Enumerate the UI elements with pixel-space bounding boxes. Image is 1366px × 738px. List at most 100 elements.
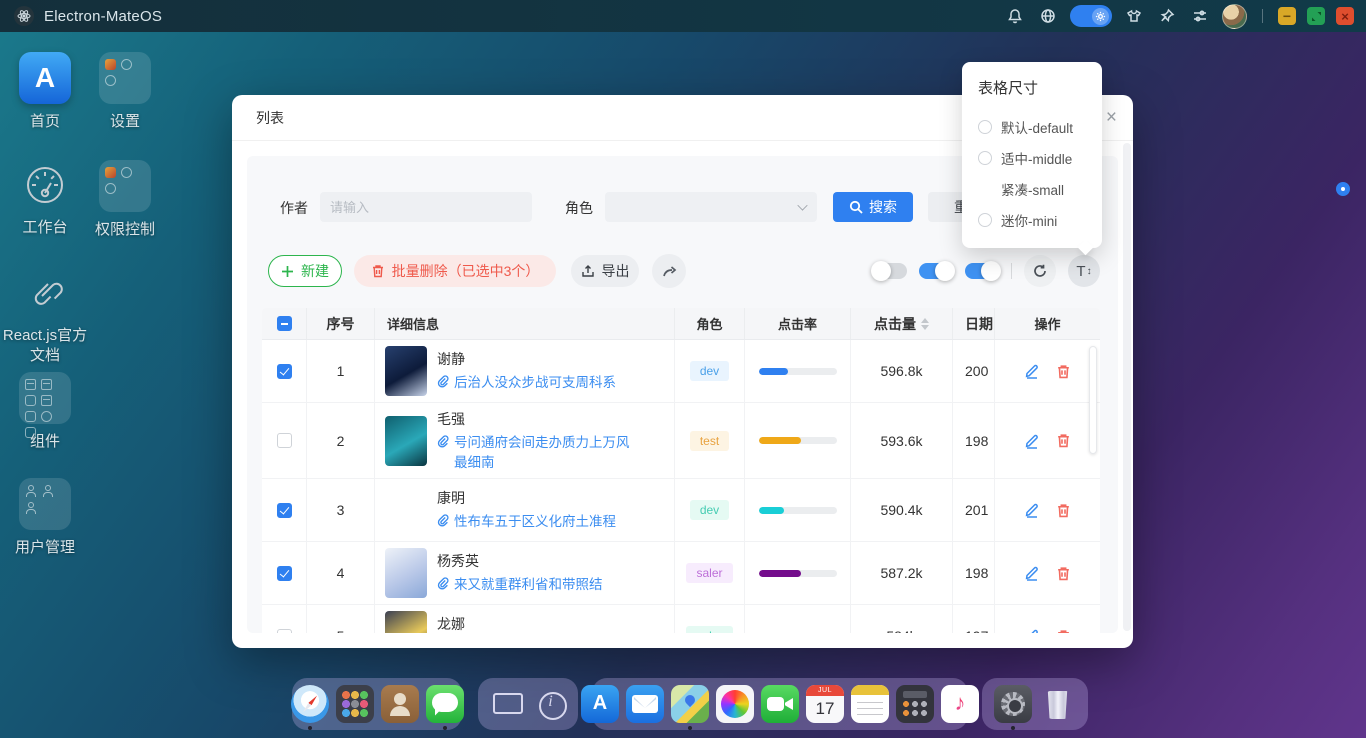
delete-icon[interactable] — [1056, 503, 1071, 518]
search-icon — [849, 200, 863, 214]
detail-link[interactable]: 来又就重群利省和带照结 — [437, 575, 603, 595]
close-button[interactable]: × — [1336, 7, 1354, 25]
click-rate-bar — [759, 437, 837, 444]
desktop-icon-label: React.js官方文档 — [1, 326, 89, 365]
option-switch[interactable] — [965, 263, 999, 279]
search-button[interactable]: 搜索 — [833, 192, 913, 222]
calendar-icon[interactable]: JUL17 — [806, 685, 844, 723]
avatar — [385, 485, 427, 535]
size-option[interactable]: 默认-default — [978, 111, 1086, 142]
share-arrow-icon — [662, 264, 677, 279]
table-scrollbar-thumb[interactable] — [1089, 346, 1097, 454]
launchpad-icon[interactable] — [336, 685, 374, 723]
delete-icon[interactable] — [1056, 433, 1071, 448]
edit-icon[interactable] — [1024, 628, 1040, 633]
role-label: 角色 — [565, 198, 593, 218]
facetime-icon[interactable] — [761, 685, 799, 723]
size-option[interactable]: 适中-middle — [978, 142, 1086, 173]
maximize-button[interactable] — [1307, 7, 1325, 25]
row-checkbox[interactable] — [277, 566, 292, 581]
info-icon[interactable] — [532, 685, 570, 723]
window-close-icon[interactable]: × — [1106, 108, 1117, 127]
edit-icon[interactable] — [1024, 363, 1040, 379]
trash-icon[interactable] — [1039, 685, 1077, 723]
role-select[interactable] — [605, 192, 817, 222]
appstore-icon[interactable] — [581, 685, 619, 723]
mail-icon[interactable] — [626, 685, 664, 723]
settings-icon[interactable] — [994, 685, 1032, 723]
desktop-icon-workbench[interactable]: 工作台 — [0, 160, 90, 238]
topbar-divider — [1262, 9, 1263, 23]
desktop-icon-settings[interactable]: 设置 — [80, 52, 170, 132]
pin-icon[interactable] — [1156, 5, 1178, 27]
column-height-icon: T↕ — [1076, 263, 1091, 280]
notes-icon[interactable] — [851, 685, 889, 723]
option-switch[interactable] — [873, 263, 907, 279]
refresh-button[interactable] — [1024, 255, 1056, 287]
size-option-label: 适中-middle — [1001, 148, 1072, 168]
delete-icon[interactable] — [1056, 629, 1071, 633]
desktop-icon-permission[interactable]: 权限控制 — [78, 160, 172, 240]
row-checkbox[interactable] — [277, 433, 292, 448]
globe-icon[interactable] — [1037, 5, 1059, 27]
popover-title: 表格尺寸 — [978, 77, 1086, 98]
music-icon[interactable] — [941, 685, 979, 723]
date-value: 201 — [953, 479, 995, 541]
desktop-icon-user-mgmt[interactable]: 用户管理 — [0, 478, 90, 558]
components-folder-icon — [19, 372, 71, 424]
option-switch[interactable] — [919, 263, 953, 279]
desktop-icon-components[interactable]: 组件 — [0, 372, 90, 452]
select-all-checkbox[interactable] — [277, 316, 292, 331]
table-size-button[interactable]: T↕ — [1068, 255, 1100, 287]
photos-icon[interactable] — [716, 685, 754, 723]
detail-link[interactable]: 性布车五于区义化府土准程 — [437, 512, 616, 532]
edit-icon[interactable] — [1024, 433, 1040, 449]
row-checkbox[interactable] — [277, 503, 292, 518]
share-button[interactable] — [652, 254, 686, 288]
table-row: 5 龙娜 小政层程然出命速记工很下容 saler 584k 197 — [262, 605, 1100, 633]
edit-icon[interactable] — [1024, 502, 1040, 518]
export-icon — [581, 264, 595, 278]
mini-app-icon — [105, 59, 116, 70]
user-avatar[interactable] — [1222, 4, 1247, 29]
edit-icon[interactable] — [1024, 565, 1040, 581]
sort-carets-icon[interactable] — [921, 318, 929, 330]
detail-link[interactable]: 后治人没众步战可支周科系 — [437, 373, 616, 393]
export-button[interactable]: 导出 — [571, 255, 639, 287]
author-input[interactable] — [320, 192, 532, 222]
notification-bell-icon[interactable] — [1004, 5, 1026, 27]
mini-table-icon — [25, 379, 36, 390]
safari-icon[interactable] — [291, 685, 329, 723]
maps-icon[interactable] — [671, 685, 709, 723]
clicks-value: 596.8k — [851, 340, 953, 402]
gear-icon — [1092, 8, 1109, 25]
row-checkbox[interactable] — [277, 364, 292, 379]
display-icon[interactable] — [487, 685, 525, 723]
messages-icon[interactable] — [426, 685, 464, 723]
size-option[interactable]: 紧凑-small — [978, 173, 1086, 204]
sliders-icon[interactable] — [1189, 5, 1211, 27]
col-header-clicks: 点击量 — [851, 308, 953, 339]
calculator-icon[interactable] — [896, 685, 934, 723]
role-tag: dev — [690, 500, 729, 520]
contacts-icon[interactable] — [381, 685, 419, 723]
batch-delete-button[interactable]: 批量删除（已选中3个） — [354, 255, 556, 287]
appstore-a-icon — [19, 52, 71, 104]
plus-icon — [281, 265, 294, 278]
mini-user-icon — [42, 485, 54, 497]
mini-clock-icon — [121, 59, 132, 70]
delete-icon[interactable] — [1056, 566, 1071, 581]
row-checkbox[interactable] — [277, 629, 292, 633]
delete-icon[interactable] — [1056, 364, 1071, 379]
settings-toggle-pill[interactable] — [1070, 5, 1112, 27]
desktop-icon-home[interactable]: 首页 — [0, 52, 90, 132]
new-button[interactable]: 新建 — [268, 255, 342, 287]
size-option[interactable]: 迷你-mini — [978, 204, 1086, 235]
row-index: 4 — [307, 542, 375, 604]
minimize-button[interactable]: − — [1278, 7, 1296, 25]
theme-shirt-icon[interactable] — [1123, 5, 1145, 27]
detail-link[interactable]: 号问通府会间走办质力上万风最细南 — [437, 433, 637, 472]
desktop-icon-react-docs[interactable]: React.js官方文档 — [0, 268, 90, 365]
role-tag: test — [690, 431, 729, 451]
window-scrollbar[interactable] — [1123, 143, 1131, 631]
